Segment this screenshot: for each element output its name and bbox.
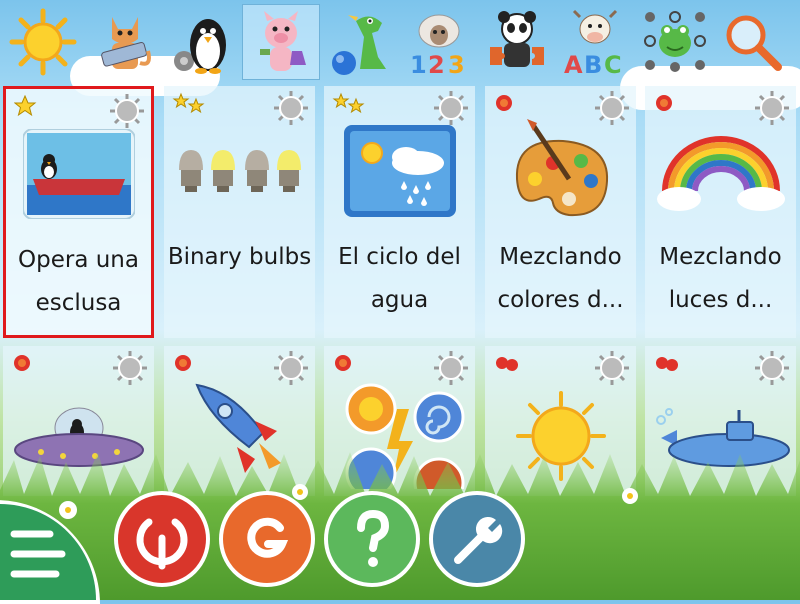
activity-label: Mezclando luces d... [659,244,782,313]
gcompris-logo-icon [247,517,289,558]
svg-text:C: C [604,51,622,77]
quit-button[interactable] [114,491,210,587]
activity-tile-water-cycle[interactable]: El ciclo del agua [324,86,475,338]
wrench-icon [454,516,503,564]
canal-lock-illustration [6,119,151,229]
category-search[interactable] [714,4,792,80]
category-favorites[interactable] [4,4,82,80]
difficulty-star-icon [172,92,205,114]
activity-label: Mezclando colores d... [497,244,624,313]
menu-icon [10,530,66,578]
search-icon [726,15,782,71]
svg-text:3: 3 [448,51,465,77]
activity-tile-light-mix[interactable]: Mezclando luces d... [645,86,796,338]
cat-computer-icon [101,17,151,69]
paint-palette-illustration [485,116,636,226]
activity-tile-lock[interactable]: Opera una esclusa [3,86,154,338]
difficulty-star-icon [332,92,365,114]
help-button[interactable] [324,491,420,587]
settings-button[interactable] [429,491,525,587]
pig-icon [260,11,306,71]
cow-abc-icon: A B C [564,9,622,77]
sun-icon [9,8,77,76]
settings-sun-icon[interactable] [754,350,790,386]
difficulty-flower-icon [656,357,678,371]
svg-text:1: 1 [410,51,427,77]
dino-icon [332,15,386,75]
difficulty-flower-icon [14,355,30,371]
category-math[interactable]: 1 2 3 [400,4,478,80]
difficulty-flower-icon [335,355,351,371]
svg-text:A: A [564,51,583,77]
difficulty-flower-icon [175,355,191,371]
activity-label: El ciclo del agua [338,244,461,313]
panda-puzzle-icon [490,11,544,67]
svg-text:2: 2 [428,51,445,77]
water-cycle-illustration [324,116,475,226]
category-puzzle[interactable] [478,4,556,80]
about-button[interactable] [219,491,315,587]
difficulty-star-icon [14,95,37,117]
svg-text:B: B [584,51,602,77]
difficulty-flower-icon [496,95,512,111]
settings-sun-icon[interactable] [594,350,630,386]
help-icon [357,509,390,567]
category-experiments[interactable] [242,4,320,80]
category-reading[interactable]: A B C [556,4,634,80]
category-computer[interactable] [86,4,164,80]
difficulty-flower-icon [656,95,672,111]
power-icon [136,518,188,570]
sheep-123-icon: 1 2 3 [410,14,465,77]
activity-tile-color-mix[interactable]: Mezclando colores d... [485,86,636,338]
settings-sun-icon[interactable] [112,350,148,386]
frog-board-icon [644,11,706,72]
category-discover[interactable] [164,4,242,80]
category-fun[interactable] [322,4,400,80]
gnu-penguin-icon [174,19,226,74]
rainbow-illustration [645,116,796,226]
activity-label: Binary bulbs [167,244,312,270]
category-strategy[interactable] [636,4,714,80]
difficulty-flower-icon [496,357,518,371]
activity-label: Opera una esclusa [18,247,139,316]
bulbs-illustration [164,116,315,226]
activity-tile-binary-bulbs[interactable]: Binary bulbs [164,86,315,338]
category-bar: 1 2 3 A B C [0,0,800,84]
